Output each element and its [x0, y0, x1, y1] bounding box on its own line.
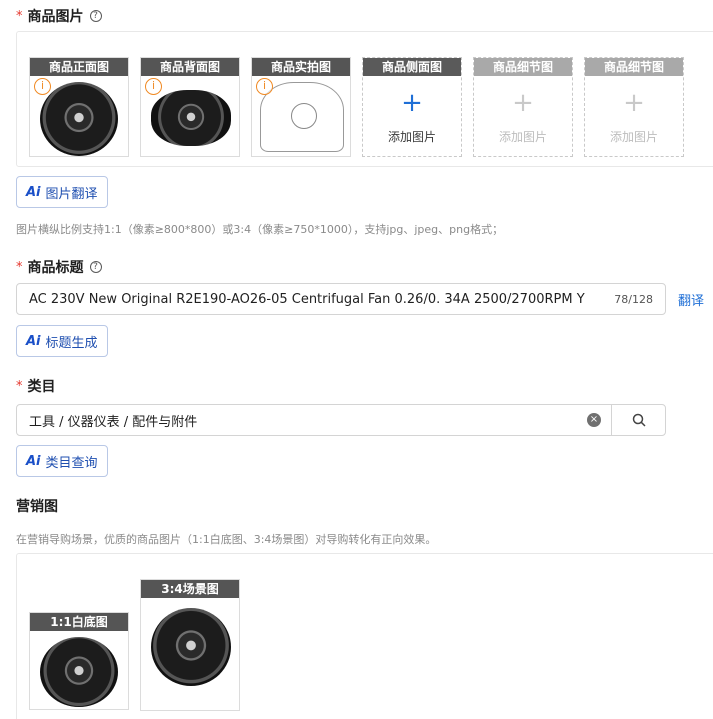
marketing-label-text: 营销图: [16, 499, 58, 515]
slot-tag: 商品背面图: [141, 58, 239, 76]
image-slot-side[interactable]: 商品侧面图 + 添加图片: [362, 57, 462, 157]
fan-image: [40, 82, 118, 156]
slot-tag: 商品实拍图: [252, 58, 350, 76]
slot-tag: 商品正面图: [30, 58, 128, 76]
warning-icon[interactable]: i: [256, 78, 273, 95]
required-mark: *: [16, 259, 23, 275]
title-label-text: 商品标题: [27, 260, 84, 276]
title-input[interactable]: AC 230V New Original R2E190-AO26-05 Cent…: [16, 283, 666, 315]
image-slot-detail-1: 商品细节图 + 添加图片: [473, 57, 573, 157]
add-image-label: 添加图片: [498, 130, 547, 144]
translate-link[interactable]: 翻译: [678, 290, 704, 309]
warning-icon[interactable]: i: [145, 78, 162, 95]
image-slot-real[interactable]: 商品实拍图 i: [251, 57, 351, 157]
image-slot-front[interactable]: 商品正面图 i: [29, 57, 129, 157]
ai-icon: Ai: [26, 333, 41, 349]
fan-image: [151, 608, 231, 686]
ai-icon: Ai: [26, 453, 41, 469]
technical-drawing-image: [260, 82, 344, 152]
plus-icon: +: [401, 88, 423, 118]
search-button[interactable]: [611, 405, 665, 435]
title-label: * 商品标题 ?: [16, 257, 102, 277]
slot-tag: 商品细节图: [474, 58, 572, 76]
images-label-text: 商品图片: [27, 9, 84, 25]
add-image-label: 添加图片: [387, 130, 436, 144]
marketing-panel: 1:1白底图 3:4场景图: [16, 553, 713, 719]
category-query-label: 类目查询: [45, 455, 98, 471]
slot-tag: 1:1白底图: [30, 613, 128, 631]
search-icon: [632, 413, 646, 427]
image-hint: 图片横纵比例支持1:1（像素≥800*800）或3:4（像素≥750*1000）…: [16, 223, 504, 236]
image-translate-button[interactable]: Ai 图片翻译: [16, 176, 108, 208]
clear-icon[interactable]: ×: [587, 413, 601, 427]
marketing-hint: 在营销导购场景，优质的商品图片（1:1白底图、3:4场景图）对导购转化有正向效果…: [16, 533, 437, 546]
slot-tag: 商品侧面图: [363, 58, 461, 76]
category-query-button[interactable]: Ai 类目查询: [16, 445, 108, 477]
help-icon[interactable]: ?: [89, 10, 102, 22]
title-generate-label: 标题生成: [45, 335, 98, 351]
plus-icon: +: [512, 88, 534, 118]
slot-tag: 商品细节图: [585, 58, 683, 76]
warning-icon[interactable]: i: [34, 78, 51, 95]
required-mark: *: [16, 378, 23, 394]
title-generate-button[interactable]: Ai 标题生成: [16, 325, 108, 357]
category-label-text: 类目: [27, 379, 56, 395]
ai-icon: Ai: [26, 184, 41, 200]
marketing-label: 营销图: [16, 496, 58, 516]
title-char-count: 78/128: [614, 292, 653, 306]
marketing-slot-white[interactable]: 1:1白底图: [29, 612, 129, 710]
fan-image: [40, 637, 118, 707]
category-select[interactable]: 工具 / 仪器仪表 / 配件与附件 ×: [16, 404, 666, 436]
plus-icon: +: [623, 88, 645, 118]
slot-tag: 3:4场景图: [141, 580, 239, 598]
image-slot-detail-2: 商品细节图 + 添加图片: [584, 57, 684, 157]
category-value[interactable]: 工具 / 仪器仪表 / 配件与附件: [17, 411, 587, 430]
marketing-slot-scene[interactable]: 3:4场景图: [140, 579, 240, 711]
fan-image: [151, 90, 231, 146]
image-slot-back[interactable]: 商品背面图 i: [140, 57, 240, 157]
image-translate-label: 图片翻译: [45, 186, 98, 202]
required-mark: *: [16, 8, 23, 24]
help-icon[interactable]: ?: [89, 261, 102, 273]
images-panel: 商品正面图 i 商品背面图 i 商品实拍图 i 商品侧面图 + 添加图片 商品细…: [16, 31, 713, 167]
add-image-label: 添加图片: [609, 130, 658, 144]
images-label: * 商品图片 ?: [16, 6, 102, 26]
category-label: * 类目: [16, 376, 56, 396]
title-value[interactable]: AC 230V New Original R2E190-AO26-05 Cent…: [29, 292, 606, 307]
